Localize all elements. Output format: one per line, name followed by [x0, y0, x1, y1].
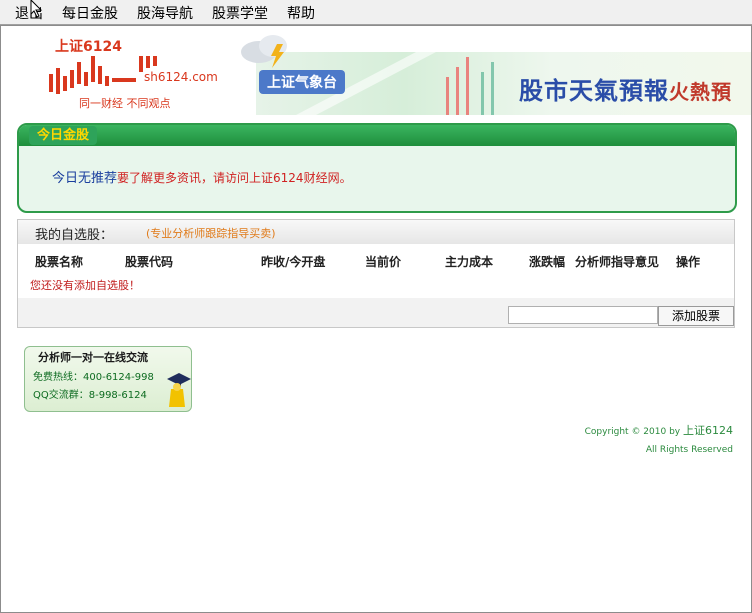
column-actions: 操作 — [676, 255, 701, 269]
column-stock-name: 股票名称 — [35, 255, 84, 269]
copyright-text: Copyright © 2010 by 上证6124 — [585, 422, 733, 438]
column-change-percent: 涨跌幅 — [529, 255, 566, 269]
menu-item-stock-school[interactable]: 股票学堂 — [212, 3, 268, 23]
weather-station-badge: 上证气象台 — [259, 70, 345, 94]
copyright-brand[interactable]: 上证6124 — [683, 424, 733, 437]
site-link[interactable]: 上证6124 — [249, 171, 304, 185]
logo-slogan: 同一财经 不同观点 — [79, 97, 171, 110]
no-recommendation-text: 今日无推荐 — [52, 171, 118, 186]
qq-group-text: QQ交流群：8-998-6124 — [33, 390, 147, 401]
column-analyst-advice: 分析师指导意见 — [575, 255, 660, 269]
graduate-mascot-icon — [167, 373, 191, 407]
hotline-text: 免费热线：400-6124-998 — [33, 372, 154, 383]
column-current-price: 当前价 — [365, 255, 402, 269]
banner-headline-main: 股市天氣預報 — [519, 76, 669, 105]
menu-item-stock-navigation[interactable]: 股海导航 — [137, 3, 193, 23]
logo-name: 上证6124 — [55, 39, 122, 55]
banner-headline: 股市天氣預報火熱預 — [519, 71, 732, 106]
site-link-suffix: 财经网。 — [303, 171, 352, 185]
cloud-lightning-icon — [241, 35, 287, 68]
rights-reserved-text: All Rights Reserved — [645, 445, 733, 455]
more-info-text: 要了解更多资讯，请访问 — [117, 171, 250, 185]
analyst-chat-box[interactable]: 分析师一对一在线交流 免费热线：400-6124-998 QQ交流群：8-998… — [24, 346, 192, 412]
menu-bar: 退出 每日金股 股海导航 股票学堂 帮助 — [0, 0, 752, 25]
watchlist-footer: 添加股票 — [18, 298, 734, 327]
menu-item-daily-gold-stock[interactable]: 每日金股 — [62, 3, 118, 23]
site-logo[interactable]: 上证6124 sh6124.com 同一财经 不同观点 — [41, 36, 241, 116]
empty-watchlist-message: 您还没有添加自选股！ — [30, 279, 140, 292]
panel-title: 今日金股 — [29, 126, 98, 145]
content-frame: 上证6124 sh6124.com 同一财经 不同观点 上证气象台 股市天氣預報… — [0, 25, 752, 613]
column-main-cost: 主力成本 — [445, 255, 494, 269]
logo-site-url: sh6124.com — [144, 70, 218, 84]
add-stock-button[interactable]: 添加股票 — [658, 306, 734, 326]
gold-stock-message: 今日无推荐要了解更多资讯，请访问上证6124财经网。 — [52, 167, 352, 186]
watchlist-panel: 我的自选股： (专业分析师跟踪指导买卖) 股票名称 股票代码 昨收/今开盘 当前… — [17, 219, 735, 328]
watchlist-title: 我的自选股： — [35, 228, 114, 243]
menu-item-help[interactable]: 帮助 — [287, 3, 315, 23]
watchlist-header: 我的自选股： (专业分析师跟踪指导买卖) — [18, 220, 734, 244]
panel-header: 今日金股 — [19, 125, 735, 146]
copyright-prefix: Copyright © 2010 by — [584, 427, 681, 437]
stock-code-input[interactable] — [508, 306, 658, 324]
daily-gold-stock-panel: 今日金股 今日无推荐要了解更多资讯，请访问上证6124财经网。 — [17, 123, 737, 213]
banner-headline-hot: 火熱預 — [669, 80, 732, 104]
mouse-cursor-icon — [30, 0, 43, 18]
chat-title: 分析师一对一在线交流 — [38, 351, 148, 364]
column-stock-code: 股票代码 — [125, 255, 174, 269]
column-prev-close-open: 昨收/今开盘 — [261, 255, 326, 269]
watchlist-subtitle: (专业分析师跟踪指导买卖) — [146, 227, 276, 240]
